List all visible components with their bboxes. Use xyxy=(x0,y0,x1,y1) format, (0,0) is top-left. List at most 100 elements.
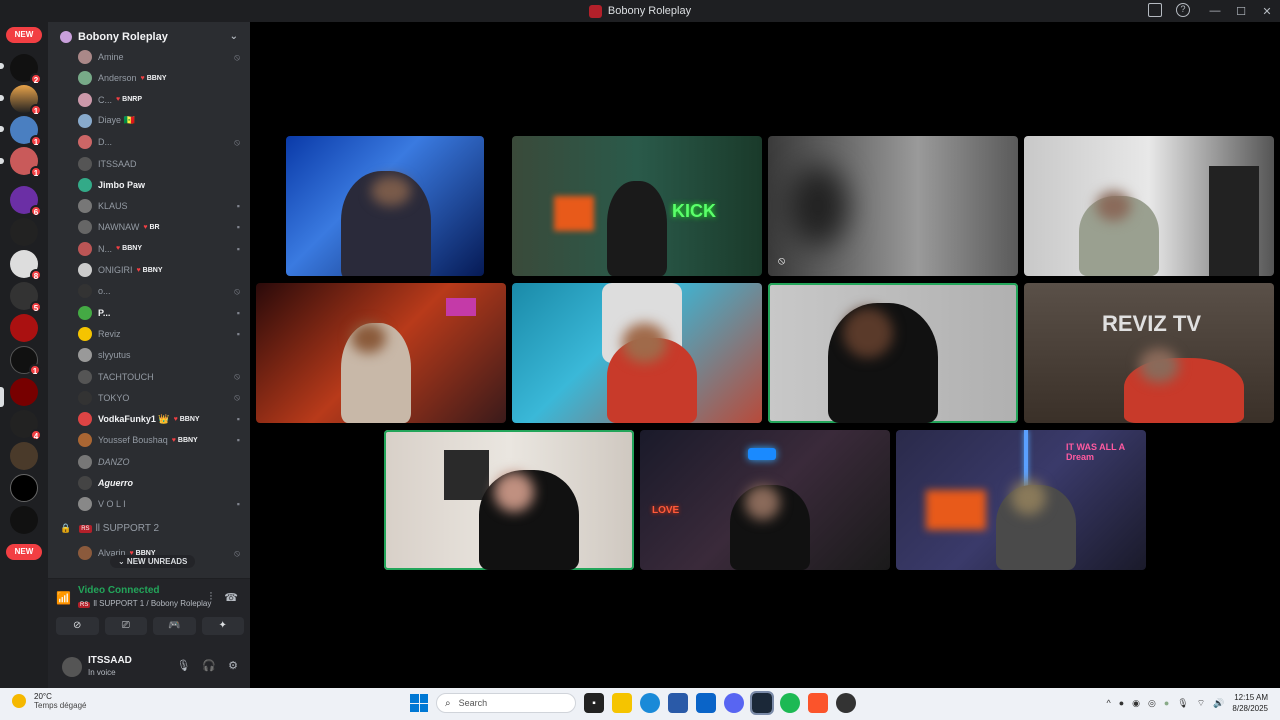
user-name[interactable]: ITSSAAD xyxy=(88,655,132,666)
microphone-icon[interactable]: 🎙 xyxy=(176,659,190,672)
voice-member[interactable]: C...BNRP xyxy=(78,91,248,109)
discord-icon[interactable] xyxy=(724,693,744,713)
volume-icon[interactable]: 🔊 xyxy=(1213,698,1224,709)
video-tile[interactable]: IT WAS ALL A Dream xyxy=(896,430,1146,570)
server-icon[interactable]: 1 xyxy=(10,346,41,376)
server-icon[interactable] xyxy=(10,218,38,246)
voice-member[interactable]: slyyutus xyxy=(78,346,248,364)
video-tile[interactable] xyxy=(286,136,484,276)
voice-member[interactable]: V O L I ▪ xyxy=(78,495,248,513)
voice-member[interactable]: TOKYO ⦸ xyxy=(78,389,248,407)
server-icon[interactable]: 1 xyxy=(10,147,42,178)
brave-icon[interactable] xyxy=(808,693,828,713)
server-icon[interactable] xyxy=(10,314,38,342)
camera-on-icon: ▪ xyxy=(236,435,240,446)
headphones-icon[interactable]: 🎧 xyxy=(202,659,216,672)
soundboard-button[interactable]: ✦ xyxy=(201,617,244,635)
task-view-icon[interactable]: ▪ xyxy=(584,693,604,713)
connection-signal-icon[interactable]: 📶 xyxy=(56,591,71,605)
server-icon[interactable]: 5 xyxy=(10,282,42,313)
tray-steam-icon[interactable]: ◉ xyxy=(1132,698,1140,709)
server-icon[interactable] xyxy=(10,474,38,502)
new-unread-pill-bottom[interactable]: NEW xyxy=(6,544,42,560)
mic-muted-icon: ⦸ xyxy=(234,51,240,62)
voice-channel-label[interactable]: RS ll SUPPORT 1 / Bobony Roleplay xyxy=(78,599,211,608)
server-icon[interactable]: 4 xyxy=(10,410,42,441)
activity-button[interactable]: 🎮 xyxy=(153,617,196,635)
server-icon[interactable]: 2 xyxy=(10,54,42,85)
settings-gear-icon[interactable]: ⚙ xyxy=(228,659,238,672)
avatar xyxy=(78,199,92,214)
video-tile[interactable]: KICK xyxy=(512,136,762,276)
server-icon[interactable]: 6 xyxy=(10,186,42,217)
voice-member[interactable]: DANZO xyxy=(78,453,248,471)
tray-app-icon[interactable]: ● xyxy=(1119,698,1124,708)
voice-member[interactable]: Youssef Boushaq BBNY ▪ xyxy=(78,431,248,449)
voice-member[interactable]: TACHTOUCH ⦸ xyxy=(78,368,248,386)
voice-member[interactable]: o... ⦸ xyxy=(78,282,248,300)
avatar[interactable] xyxy=(62,657,82,677)
taskbar-search[interactable]: ⌕ Search xyxy=(436,693,576,713)
video-tile-speaking[interactable] xyxy=(384,430,634,570)
microphone-icon[interactable]: 🎙 xyxy=(1177,698,1188,709)
voice-member[interactable]: N...BBNY ▪ xyxy=(78,240,248,258)
voice-member[interactable]: KLAUS ▪ xyxy=(78,197,248,215)
server-icon[interactable]: 1 xyxy=(10,85,42,116)
server-icon[interactable]: 1 xyxy=(10,116,42,147)
voice-category[interactable]: 🔒 RS ll SUPPORT 2 xyxy=(60,523,159,534)
app-icon[interactable] xyxy=(836,693,856,713)
chevron-up-icon[interactable]: ^ xyxy=(1106,698,1110,708)
voice-member[interactable]: Aguerro xyxy=(78,474,248,492)
avatar xyxy=(78,412,92,427)
voice-member[interactable]: NAWNAWBR ▪ xyxy=(78,218,248,236)
new-unread-pill-top[interactable]: NEW xyxy=(6,27,42,43)
user-status: In voice xyxy=(88,668,116,677)
voice-member[interactable]: Reviz ▪ xyxy=(78,325,248,343)
camera-toggle-button[interactable]: ⊘ xyxy=(56,617,99,635)
server-icon[interactable]: 8 xyxy=(10,250,42,281)
avatar xyxy=(78,433,92,448)
chevron-down-icon[interactable]: ⌄ xyxy=(230,31,238,42)
video-tile[interactable]: LOVE xyxy=(640,430,890,570)
edge-icon[interactable] xyxy=(640,693,660,713)
disconnect-icon[interactable]: ☎ xyxy=(224,591,238,604)
inbox-icon[interactable] xyxy=(1148,3,1162,17)
voice-member[interactable]: D... ⦸ xyxy=(78,133,248,151)
video-tile[interactable]: ⦸ xyxy=(768,136,1018,276)
video-tile[interactable] xyxy=(512,283,762,423)
voice-member[interactable]: Anderson BBNY xyxy=(78,69,248,87)
voice-member[interactable]: ONIGIRI BBNY xyxy=(78,261,248,279)
voice-member[interactable]: Jimbo Paw xyxy=(78,176,248,194)
new-unreads-button[interactable]: ⌄ NEW UNREADS xyxy=(110,555,196,568)
video-tile[interactable]: REVIZ TV xyxy=(1024,283,1274,423)
server-icon[interactable] xyxy=(10,506,38,534)
video-tile[interactable] xyxy=(256,283,506,423)
maximize-button[interactable]: ☐ xyxy=(1228,5,1254,18)
screen-share-button[interactable]: ⎚ xyxy=(104,617,147,635)
start-button[interactable] xyxy=(410,694,428,712)
tray-app-icon[interactable]: ● xyxy=(1164,698,1169,708)
noise-suppression-icon[interactable]: ⫶ xyxy=(210,591,213,604)
wifi-icon[interactable]: ⌔ xyxy=(1197,698,1205,709)
voice-member[interactable]: P... ▪ xyxy=(78,304,248,322)
outlook-icon[interactable] xyxy=(696,693,716,713)
role-tag: BBNY xyxy=(172,437,198,444)
minimize-button[interactable]: — xyxy=(1202,5,1228,17)
store-icon[interactable] xyxy=(668,693,688,713)
server-icon[interactable] xyxy=(10,378,38,406)
video-tile[interactable] xyxy=(1024,136,1274,276)
tray-app-icon[interactable]: ◎ xyxy=(1148,698,1156,709)
voice-member[interactable]: ITSSAAD xyxy=(78,155,248,173)
spotify-icon[interactable] xyxy=(780,693,800,713)
voice-member[interactable]: Diaye 🇸🇳 xyxy=(78,112,248,130)
voice-member[interactable]: VodkaFunky1 👑 BBNY ▪ xyxy=(78,410,248,428)
weather-widget[interactable]: 20°C Temps dégagé xyxy=(12,692,86,710)
help-icon[interactable]: ? xyxy=(1176,3,1190,17)
server-icon[interactable] xyxy=(10,442,38,470)
voice-member[interactable]: Amine ⦸ xyxy=(78,48,248,66)
clock[interactable]: 12:15 AM 8/28/2025 xyxy=(1232,692,1268,714)
video-tile-speaking[interactable] xyxy=(768,283,1018,423)
steam-icon[interactable] xyxy=(750,691,774,715)
file-explorer-icon[interactable] xyxy=(612,693,632,713)
close-button[interactable]: ✕ xyxy=(1254,5,1280,18)
